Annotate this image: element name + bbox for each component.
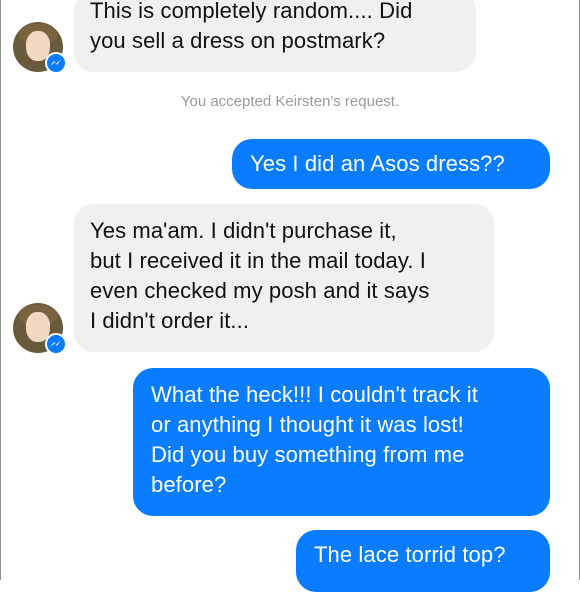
message-line: I didn't order it... xyxy=(90,308,250,333)
outgoing-message-bubble[interactable]: What the heck!!! I couldn't track it or … xyxy=(133,368,550,516)
message-line: you sell a dress on postmark? xyxy=(90,28,386,53)
outgoing-message-bubble[interactable]: The lace torrid top? xyxy=(296,530,550,592)
incoming-message-bubble[interactable]: Yes ma'am. I didn't purchase it, but I r… xyxy=(74,204,494,352)
message-line: What the heck!!! I couldn't track it xyxy=(151,382,478,407)
message-line: This is completely random.... Did xyxy=(90,0,413,23)
system-message: You accepted Keirsten's request. xyxy=(180,93,400,110)
message-line: Yes I did an Asos dress?? xyxy=(250,151,505,176)
incoming-message-bubble[interactable]: This is completely random.... Did you se… xyxy=(74,0,476,72)
messenger-badge-icon xyxy=(45,333,67,355)
messenger-badge-icon xyxy=(45,52,67,74)
message-line: The lace torrid top? xyxy=(314,542,506,567)
message-line: but I received it in the mail today. I xyxy=(90,248,427,273)
message-line: Did you buy something from me xyxy=(151,442,465,467)
message-line: even checked my posh and it says xyxy=(90,278,430,303)
message-line: Yes ma'am. I didn't purchase it, xyxy=(90,218,397,243)
message-line: or anything I thought it was lost! xyxy=(151,412,464,437)
message-line: before? xyxy=(151,472,227,497)
outgoing-message-bubble[interactable]: Yes I did an Asos dress?? xyxy=(232,139,550,189)
